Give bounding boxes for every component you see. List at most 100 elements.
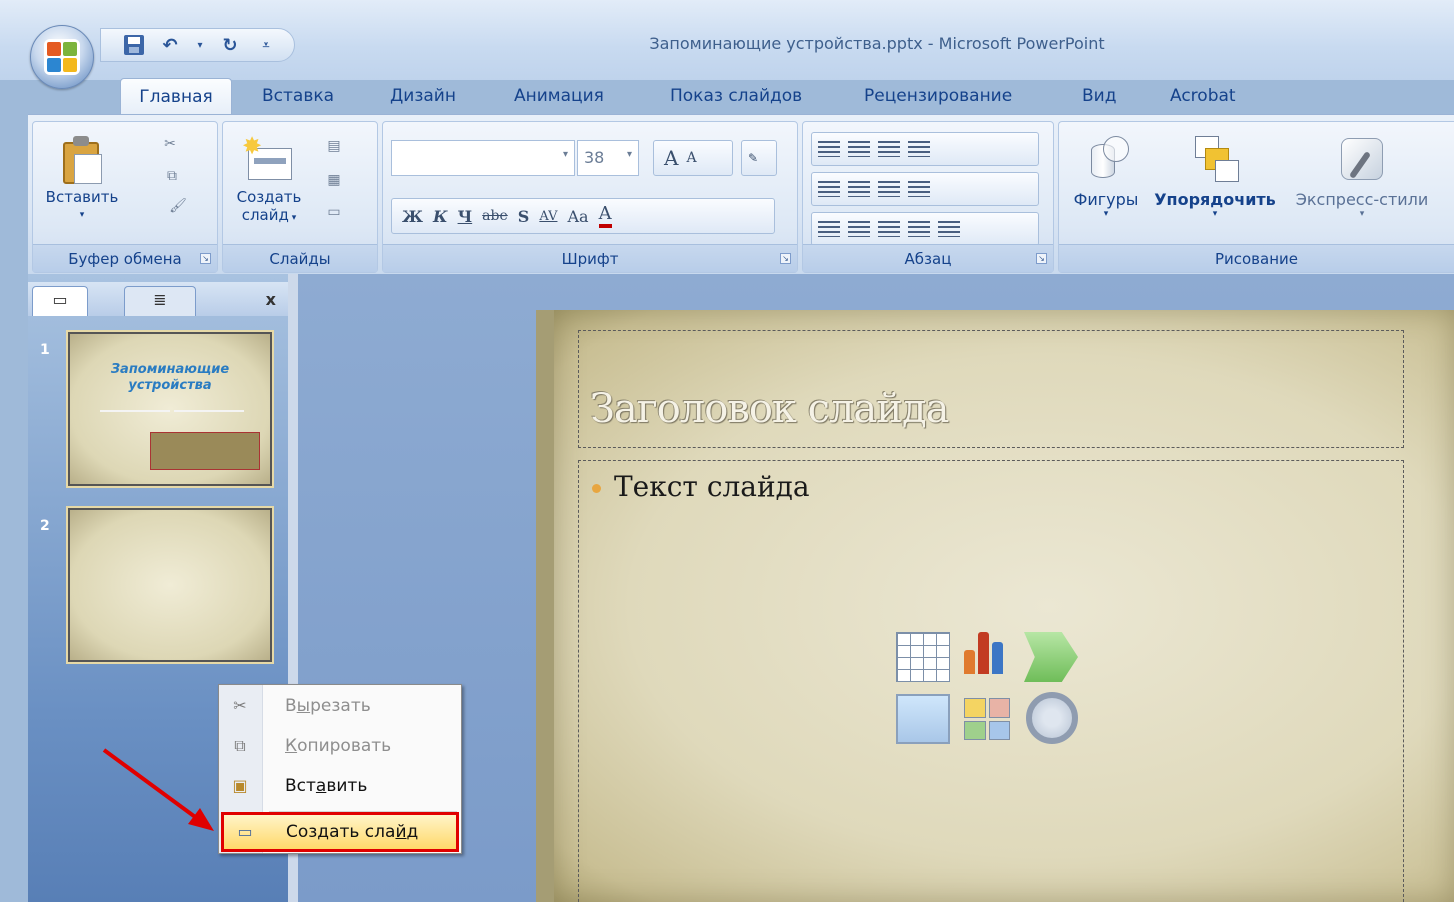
save-icon[interactable] — [123, 34, 145, 56]
quick-styles-icon — [1337, 134, 1387, 184]
tab-slideshow[interactable]: Показ слайдов — [660, 78, 812, 114]
dropdown-arrow-icon[interactable]: ▾ — [195, 34, 205, 56]
chevron-down-icon: ▾ — [562, 149, 568, 160]
menu-item-new-slide[interactable]: ▭ Создать слайд — [221, 812, 459, 852]
menu-item-accelerator: а — [315, 776, 327, 796]
slide-body-text: Текст слайда — [614, 470, 810, 503]
columns-icon[interactable] — [878, 181, 900, 197]
font-name-field[interactable]: ▾ — [391, 140, 575, 176]
dialog-launcher-icon[interactable]: ↘ — [780, 253, 791, 264]
new-slide-icon: ▭ — [237, 822, 253, 841]
customize-qat-icon[interactable]: ⩡ — [255, 34, 277, 56]
new-slide-label-line2: слайд — [241, 206, 289, 224]
underline-button[interactable]: Ч — [458, 207, 473, 226]
tab-design[interactable]: Дизайн — [380, 78, 466, 114]
strikethrough-button[interactable]: abe — [482, 208, 508, 224]
bold-button[interactable]: Ж — [402, 207, 423, 226]
redo-icon[interactable]: ↻ — [219, 34, 241, 56]
shadow-button[interactable]: S — [518, 207, 530, 226]
grow-shrink-font: A A — [653, 140, 733, 176]
tab-outline-view[interactable]: ≣ — [124, 286, 196, 316]
insert-chart-icon[interactable] — [960, 628, 1014, 678]
slide-title-text: Заголовок слайда — [590, 386, 949, 432]
char-spacing-button[interactable]: AV — [539, 209, 557, 224]
quick-styles-button[interactable]: Экспресс-стили ▾ — [1285, 134, 1439, 219]
menu-item-cut[interactable]: ✂ Вырезать — [219, 687, 461, 725]
slide-thumbnail-1[interactable]: Запоминающие устройства — [68, 332, 272, 486]
menu-item-paste[interactable]: ▣ Вставить — [219, 767, 461, 805]
copy-icon[interactable]: ⧉ — [161, 168, 183, 186]
menu-item-label: В — [285, 696, 297, 716]
reset-icon[interactable]: ▦ — [323, 172, 345, 190]
tab-insert[interactable]: Вставка — [252, 78, 344, 114]
font-group: ▾ 38 ▾ A A ✎ Ж К Ч abe S AV Aa A Шрифт ↘ — [382, 121, 798, 273]
format-painter-icon[interactable]: 🖌 — [167, 198, 189, 216]
body-placeholder[interactable] — [578, 460, 1404, 902]
numbering-icon[interactable] — [848, 141, 870, 157]
font-color-button[interactable]: A — [598, 204, 612, 228]
close-icon[interactable]: x — [266, 290, 276, 309]
thumb-title: Запоминающие устройства — [110, 362, 230, 393]
align-text-icon[interactable] — [908, 181, 930, 197]
align-center-icon[interactable] — [848, 221, 870, 237]
justify-icon[interactable] — [908, 221, 930, 237]
paragraph-group-label: Абзац — [803, 244, 1053, 272]
font-format-toolbar: Ж К Ч abe S AV Aa A — [391, 198, 775, 234]
dialog-launcher-icon[interactable]: ↘ — [1036, 253, 1047, 264]
font-size-field[interactable]: 38 ▾ — [577, 140, 639, 176]
grow-font-button[interactable]: A — [664, 146, 678, 170]
shrink-font-button[interactable]: A — [686, 150, 696, 166]
insert-clipart-icon[interactable] — [960, 694, 1014, 744]
chevron-down-icon: ▾ — [288, 213, 297, 223]
menu-item-copy[interactable]: ⧉ Копировать — [219, 727, 461, 765]
tab-acrobat[interactable]: Acrobat — [1160, 78, 1246, 114]
clear-formatting-button[interactable]: ✎ — [741, 140, 777, 176]
paste-label: Вставить — [45, 188, 119, 206]
chevron-down-icon: ▾ — [626, 149, 632, 160]
smartart-convert-icon[interactable] — [938, 221, 960, 237]
tab-slides-view[interactable]: ▭ — [32, 286, 88, 316]
slide-thumbnail-2[interactable] — [68, 508, 272, 662]
outline-tab-icon: ≣ — [153, 290, 167, 309]
indent-buttons — [811, 172, 1039, 206]
shapes-label: Фигуры — [1073, 190, 1139, 209]
align-right-icon[interactable] — [878, 221, 900, 237]
bullets-icon[interactable] — [818, 141, 840, 157]
tab-animation[interactable]: Анимация — [504, 78, 614, 114]
quick-styles-label: Экспресс-стили — [1295, 190, 1429, 209]
chevron-down-icon: ▾ — [1212, 209, 1218, 219]
arrange-icon — [1189, 134, 1241, 184]
insert-table-icon[interactable] — [896, 632, 950, 682]
text-direction-icon[interactable] — [908, 141, 930, 157]
dialog-launcher-icon[interactable]: ↘ — [200, 253, 211, 264]
tab-view[interactable]: Вид — [1072, 78, 1126, 114]
decrease-indent-icon[interactable] — [818, 181, 840, 197]
arrange-button[interactable]: Упорядочить ▾ — [1151, 134, 1279, 219]
office-button[interactable] — [30, 25, 94, 89]
tab-review[interactable]: Рецензирование — [854, 78, 1022, 114]
insert-picture-icon[interactable] — [896, 694, 950, 744]
tab-home[interactable]: Главная — [120, 78, 232, 116]
delete-slide-icon[interactable]: ▭ — [323, 204, 345, 222]
cut-icon[interactable]: ✂ — [159, 136, 181, 154]
increase-indent-icon[interactable] — [848, 181, 870, 197]
undo-icon[interactable]: ↶ — [159, 34, 181, 56]
italic-button[interactable]: К — [433, 207, 448, 226]
menu-item-accelerator: К — [285, 736, 298, 756]
menu-item-label: опировать — [297, 736, 392, 756]
new-slide-label-line1: Создать — [236, 188, 302, 206]
line-spacing-icon[interactable] — [878, 141, 900, 157]
change-case-button[interactable]: Aa — [567, 207, 588, 226]
copy-icon: ⧉ — [234, 736, 246, 755]
menu-item-label: вить — [326, 776, 368, 796]
layout-icon[interactable]: ▤ — [323, 138, 345, 156]
thumb-divider — [174, 410, 244, 412]
new-slide-button[interactable]: ✸ Создать слайд ▾ — [227, 134, 311, 227]
align-left-icon[interactable] — [818, 221, 840, 237]
chevron-down-icon: ▾ — [1359, 209, 1365, 219]
shapes-button[interactable]: Фигуры ▾ — [1069, 134, 1143, 219]
menu-item-accelerator: ы — [296, 696, 311, 716]
font-size-value: 38 — [584, 148, 605, 167]
paste-button[interactable]: Вставить ▾ — [39, 134, 125, 224]
insert-media-icon[interactable] — [1026, 692, 1078, 744]
